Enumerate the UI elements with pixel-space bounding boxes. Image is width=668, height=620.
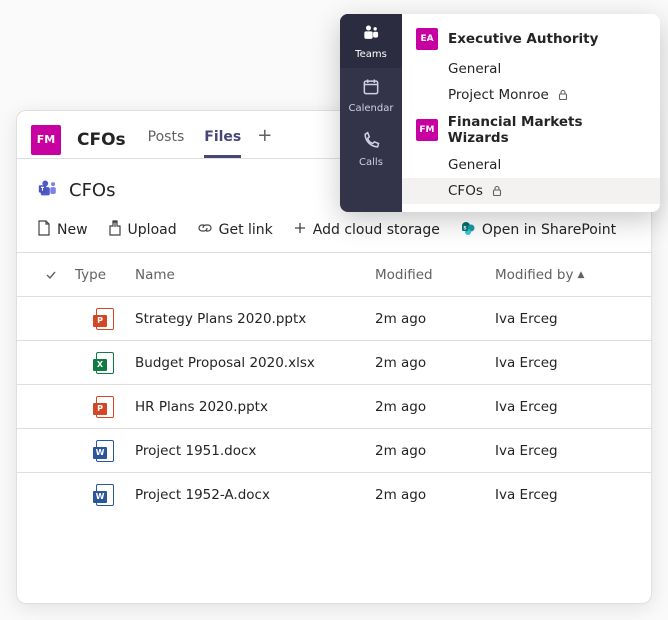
select-all-toggle[interactable] xyxy=(27,268,75,282)
files-table: Type Name Modified Modified by ▲ PStrate… xyxy=(17,252,651,516)
rail-item-teams[interactable]: Teams xyxy=(340,14,402,68)
channel-label: General xyxy=(448,157,501,173)
file-type-icon: P xyxy=(75,308,135,330)
cell-name: Strategy Plans 2020.pptx xyxy=(135,311,375,327)
channel-title-label: CFOs xyxy=(69,180,115,201)
team-name: Financial Markets Wizards xyxy=(448,114,646,146)
tab-posts[interactable]: Posts xyxy=(148,129,185,158)
file-type-icon: W xyxy=(75,484,135,506)
tab-strip: Posts Files xyxy=(148,121,242,158)
new-button[interactable]: New xyxy=(37,220,88,240)
col-type[interactable]: Type xyxy=(75,267,135,283)
svg-text:S: S xyxy=(463,226,466,232)
cell-modified: 2m ago xyxy=(375,311,495,327)
team-chip: FM xyxy=(31,125,61,155)
channel-item[interactable]: General xyxy=(402,56,660,82)
link-icon xyxy=(197,220,213,240)
file-type-icon: P xyxy=(75,396,135,418)
upload-label: Upload xyxy=(128,222,177,238)
team-header[interactable]: EA Executive Authority xyxy=(402,22,660,56)
channel-item[interactable]: General xyxy=(402,152,660,178)
open-in-sharepoint-button[interactable]: S Open in SharePoint xyxy=(460,220,616,240)
channel-label: CFOs xyxy=(448,183,483,199)
cell-modified: 2m ago xyxy=(375,399,495,415)
channel-item[interactable]: Project Monroe xyxy=(402,82,660,108)
cell-modified: 2m ago xyxy=(375,443,495,459)
file-type-icon: W xyxy=(75,440,135,462)
lock-icon xyxy=(557,89,569,101)
cell-modified-by: Iva Erceg xyxy=(495,311,641,327)
table-row[interactable]: PHR Plans 2020.pptx2m agoIva Erceg xyxy=(17,384,651,428)
channel-name: CFOs xyxy=(77,130,126,150)
cell-modified: 2m ago xyxy=(375,487,495,503)
table-row[interactable]: PStrategy Plans 2020.pptx2m agoIva Erceg xyxy=(17,296,651,340)
get-link-label: Get link xyxy=(219,222,273,238)
teams-popover: Teams Calendar Calls EA Executive Authority… xyxy=(340,14,660,212)
tab-files[interactable]: Files xyxy=(204,129,241,158)
get-link-button[interactable]: Get link xyxy=(197,220,273,240)
cell-modified: 2m ago xyxy=(375,355,495,371)
add-tab-button[interactable]: + xyxy=(257,125,272,154)
cell-modified-by: Iva Erceg xyxy=(495,487,641,503)
plus-icon xyxy=(293,221,307,239)
new-label: New xyxy=(57,222,88,238)
rail-label: Teams xyxy=(355,49,387,60)
col-modified-by[interactable]: Modified by ▲ xyxy=(495,267,641,283)
col-modified[interactable]: Modified xyxy=(375,267,495,283)
cell-name: HR Plans 2020.pptx xyxy=(135,399,375,415)
rail-label: Calls xyxy=(359,157,383,168)
cell-modified-by: Iva Erceg xyxy=(495,355,641,371)
calendar-icon xyxy=(361,77,381,100)
upload-icon xyxy=(108,220,122,240)
team-name: Executive Authority xyxy=(448,31,598,47)
channel-label: Project Monroe xyxy=(448,87,549,103)
team-header[interactable]: FM Financial Markets Wizards xyxy=(402,108,660,152)
file-icon xyxy=(37,220,51,240)
add-cloud-storage-button[interactable]: Add cloud storage xyxy=(293,221,440,239)
files-toolbar: New Upload Get link Add cloud storage xyxy=(17,210,651,252)
cell-modified-by: Iva Erceg xyxy=(495,399,641,415)
sort-ascending-icon: ▲ xyxy=(577,270,584,280)
rail-label: Calendar xyxy=(349,103,394,114)
channel-item[interactable]: CFOs xyxy=(402,178,660,204)
cell-name: Project 1952-A.docx xyxy=(135,487,375,503)
table-row[interactable]: XBudget Proposal 2020.xlsx2m agoIva Erce… xyxy=(17,340,651,384)
teams-icon xyxy=(361,23,381,46)
table-row[interactable]: WProject 1952-A.docx2m agoIva Erceg xyxy=(17,472,651,516)
team-tile: FM xyxy=(416,119,438,141)
team-tile: EA xyxy=(416,28,438,50)
channel-label: General xyxy=(448,61,501,77)
rail-item-calls[interactable]: Calls xyxy=(340,122,402,176)
cell-modified-by: Iva Erceg xyxy=(495,443,641,459)
file-type-icon: X xyxy=(75,352,135,374)
teams-list: EA Executive Authority General Project Monr… xyxy=(402,14,660,212)
upload-button[interactable]: Upload xyxy=(108,220,177,240)
rail-item-calendar[interactable]: Calendar xyxy=(340,68,402,122)
open-sp-label: Open in SharePoint xyxy=(482,222,616,238)
teams-icon xyxy=(37,177,59,204)
sharepoint-icon: S xyxy=(460,220,476,240)
app-rail: Teams Calendar Calls xyxy=(340,14,402,212)
cell-name: Budget Proposal 2020.xlsx xyxy=(135,355,375,371)
lock-icon xyxy=(491,185,503,197)
calls-icon xyxy=(361,131,381,154)
table-row[interactable]: WProject 1951.docx2m agoIva Erceg xyxy=(17,428,651,472)
col-name[interactable]: Name xyxy=(135,267,375,283)
table-header: Type Name Modified Modified by ▲ xyxy=(17,252,651,296)
add-cloud-label: Add cloud storage xyxy=(313,222,440,238)
cell-name: Project 1951.docx xyxy=(135,443,375,459)
